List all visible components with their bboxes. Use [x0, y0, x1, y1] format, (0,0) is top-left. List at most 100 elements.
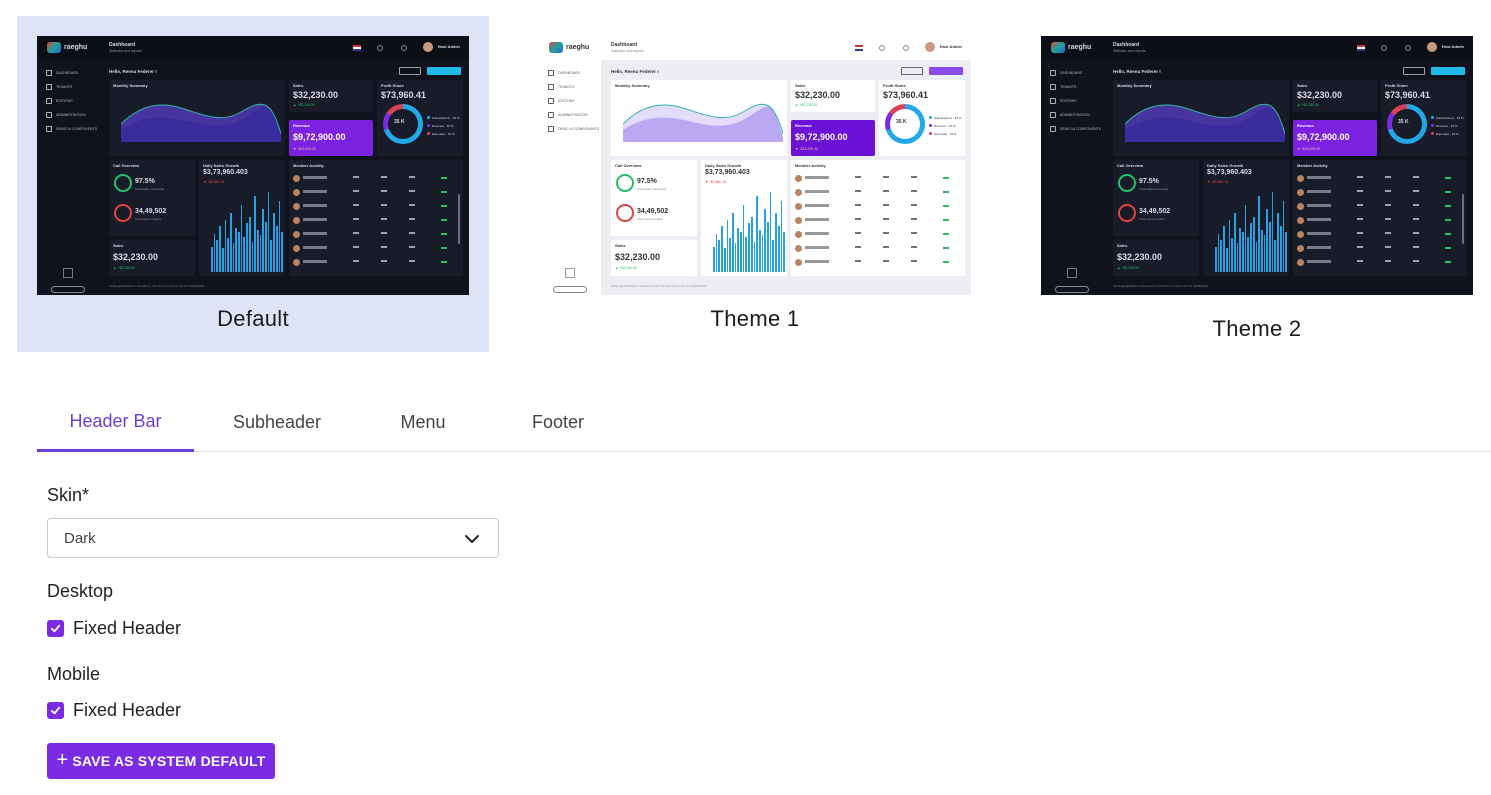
user-name: Host Admin [1441, 44, 1464, 49]
bar [1247, 236, 1250, 272]
gauge-icon [616, 174, 634, 192]
bar [1258, 196, 1260, 272]
member-row [293, 216, 457, 226]
member-name [303, 260, 327, 263]
mini-greeting: Hello, Reenu Federer ! [109, 69, 157, 74]
tab-footer[interactable]: Footer [514, 393, 602, 451]
bar [254, 196, 256, 272]
avatar [1297, 231, 1304, 238]
mobile-fixed-header-checkbox[interactable]: Fixed Header [47, 699, 181, 721]
bar [211, 246, 213, 272]
bar [1231, 238, 1233, 272]
bar-chart [1215, 188, 1287, 272]
tab-subheader[interactable]: Subheader [212, 393, 342, 451]
cell [353, 190, 359, 192]
bar [281, 231, 283, 272]
brand-logo-icon [549, 42, 563, 53]
theme-card-default[interactable]: raeghu Dashboard Statistics and reports Hos… [17, 16, 489, 352]
cell [381, 246, 387, 248]
area-chart [121, 103, 281, 142]
bar [1266, 209, 1269, 272]
cell [911, 218, 917, 220]
gauge-icon [114, 204, 132, 222]
brand-name: raeghu [566, 44, 590, 51]
bar [1260, 230, 1263, 272]
bar [723, 248, 726, 272]
mini-dashboard: raeghu Dashboard Statistics and reports Hos… [539, 36, 971, 295]
bar [273, 213, 275, 272]
save-as-system-default-button[interactable]: + SAVE AS SYSTEM DEFAULT [47, 743, 275, 779]
card-title: Call Overview [1117, 163, 1144, 168]
profit-share-card: Profit Share $73,960.41 35 K Subscriptions … [1381, 80, 1467, 156]
mini-button [901, 67, 923, 75]
member-name [805, 204, 829, 207]
revenue-change: ▼ -$18,200.00 [1297, 147, 1321, 151]
cell [883, 232, 889, 234]
bar [1236, 242, 1239, 272]
area-chart [1125, 103, 1285, 142]
cell [409, 246, 415, 248]
bar [1279, 225, 1282, 272]
mini-sidebar-item: ADMINISTRATION [548, 112, 588, 118]
bar [1285, 231, 1287, 272]
bar [1244, 204, 1247, 272]
call-percent: 97.5% [1139, 178, 1159, 185]
bar [713, 246, 715, 272]
cell [1385, 232, 1391, 234]
checkbox-checked-icon[interactable] [47, 701, 64, 719]
gear-icon [401, 45, 407, 51]
bar [758, 230, 761, 272]
skin-select[interactable]: Dark [47, 518, 499, 558]
mini-sidebar-item: ADMINISTRATION [1050, 112, 1090, 118]
mini-greeting: Hello, Reenu Federer ! [611, 69, 659, 74]
mini-button [929, 67, 963, 75]
cell [409, 260, 415, 262]
mini-page-subtitle: Statistics and reports [1113, 49, 1146, 53]
avatar [293, 175, 300, 182]
member-name [1307, 232, 1331, 235]
cell [1413, 190, 1419, 192]
legend-item: Expenses · 15 % [1431, 132, 1459, 136]
member-row [795, 244, 959, 254]
theme-card-theme-2[interactable]: raeghu Dashboard Statistics and reports Hos… [1021, 16, 1491, 352]
call-percent-sub: Total Calls Connected [637, 187, 667, 191]
tab-menu[interactable]: Menu [377, 393, 469, 451]
member-row [1297, 244, 1461, 254]
mini-sidebar-item: ADMINISTRATION [46, 112, 86, 118]
cell [381, 204, 387, 206]
member-name [303, 218, 327, 221]
desktop-fixed-header-checkbox[interactable]: Fixed Header [47, 617, 181, 639]
member-name [1307, 190, 1331, 193]
mini-greeting: Hello, Reenu Federer ! [1113, 69, 1161, 74]
checkbox-checked-icon[interactable] [47, 619, 64, 637]
sales-change: ▲ +$2,230.00 [795, 103, 818, 107]
cell [1385, 260, 1391, 262]
cell [855, 232, 861, 234]
bar [238, 231, 240, 272]
tab-header-bar[interactable]: Header Bar [37, 393, 194, 452]
theme-card-theme-1[interactable]: raeghu Dashboard Statistics and reports Hos… [519, 16, 991, 352]
desktop-label: Desktop [47, 581, 114, 601]
mini-footer: nbDangularASDemo Standard | API v10.0.0 … [1113, 284, 1208, 288]
call-percent-sub: Total Calls Connected [135, 187, 165, 191]
mini-sidebar-item: DASHBOARD [548, 70, 580, 76]
mini-page-title: Dashboard [1113, 42, 1140, 48]
bell-icon [879, 45, 885, 51]
grid-icon [63, 268, 73, 278]
bar [715, 234, 718, 272]
bar [721, 225, 723, 272]
theme-name: Theme 1 [710, 306, 800, 331]
revenue-change: ▼ -$18,200.00 [795, 147, 819, 151]
cell [381, 218, 387, 220]
card-title: Profit Share [1385, 83, 1408, 88]
cell [353, 232, 359, 234]
cell [409, 218, 415, 220]
bottom-sales-change: ▲ +$2,230.00 [113, 266, 136, 270]
cell [855, 176, 861, 178]
avatar [925, 42, 935, 52]
mini-topbar: raeghu Dashboard Statistics and reports Hos… [1041, 36, 1473, 60]
daily-sales-change: ▼ -$3,560.15 [1207, 180, 1229, 184]
daily-sales-change: ▼ -$3,560.15 [203, 180, 225, 184]
cell [1413, 204, 1419, 206]
legend-item: Revenue · 15 % [427, 124, 454, 128]
